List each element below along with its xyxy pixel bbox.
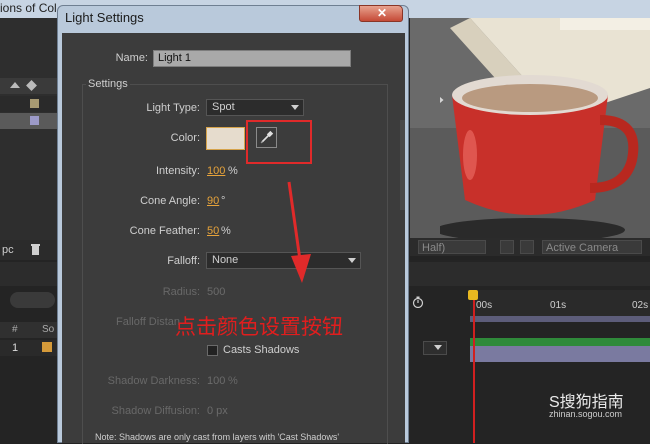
light-name-input[interactable]: Light 1	[153, 50, 351, 67]
radius-value: 500	[207, 286, 226, 298]
column-header-source: So	[42, 324, 55, 335]
ruler-label: 01s	[550, 300, 567, 311]
settings-group-label: Settings	[86, 78, 130, 90]
current-time-indicator-head[interactable]	[468, 290, 478, 300]
cone-feather-value[interactable]: 50	[207, 225, 219, 237]
annotation-highlight-box	[246, 120, 312, 164]
column-header-number: #	[12, 324, 18, 335]
cone-angle-value[interactable]: 90	[207, 195, 219, 207]
toggle-transparency-icon[interactable]	[500, 240, 514, 254]
ruler-label: 02s	[632, 300, 649, 311]
camera-dropdown[interactable]: Active Camera	[542, 240, 642, 254]
project-panel-header	[0, 78, 60, 94]
light-type-label: Light Type:	[146, 102, 200, 114]
timeline-search-input[interactable]	[10, 292, 55, 308]
shadow-diffusion-value: 0 px	[207, 405, 228, 417]
cast-shadows-checkbox[interactable]	[207, 345, 218, 356]
sogou-watermark-url: zhinan.sogou.com	[549, 409, 623, 419]
layer-duration-bar[interactable]	[470, 346, 650, 362]
shadow-note: Note: Shadows are only cast from layers …	[95, 432, 340, 442]
radius-label: Radius:	[162, 286, 200, 298]
dialog-edge	[400, 120, 405, 210]
layer-duration-bar[interactable]	[470, 338, 650, 346]
cone-feather-unit: %	[221, 225, 231, 237]
intensity-value[interactable]: 100	[207, 165, 225, 177]
intensity-unit: %	[228, 165, 238, 177]
stopwatch-icon[interactable]	[412, 296, 424, 308]
shadow-darkness-unit: %	[228, 375, 238, 387]
cone-angle-label: Cone Angle:	[140, 195, 200, 207]
shadow-diffusion-label: Shadow Diffusion:	[111, 405, 200, 417]
falloff-value: None	[212, 254, 239, 266]
close-icon: ✕	[376, 6, 388, 20]
region-of-interest-icon[interactable]	[520, 240, 534, 254]
cone-feather-label: Cone Feather:	[129, 225, 200, 237]
label-tag-icon[interactable]	[26, 80, 37, 91]
chevron-down-icon	[291, 105, 299, 110]
project-item-row[interactable]	[0, 96, 60, 112]
shadow-darkness-value: 100	[207, 375, 226, 387]
intensity-label: Intensity:	[155, 165, 200, 177]
shadow-darkness-label: Shadow Darkness:	[107, 375, 200, 387]
layer-source-icon	[42, 342, 52, 352]
color-label: Color:	[170, 132, 200, 144]
layer-mode-dropdown[interactable]	[423, 341, 447, 355]
falloff-label: Falloff:	[167, 255, 200, 267]
light-type-value: Spot	[212, 101, 235, 113]
app-title-fragment: ions of Col	[0, 1, 57, 15]
project-panel	[0, 18, 60, 258]
close-button[interactable]: ✕	[359, 5, 403, 22]
cast-shadows-label[interactable]: Casts Shadows	[223, 344, 299, 356]
trash-icon[interactable]	[30, 243, 41, 255]
chevron-down-icon	[348, 258, 356, 263]
falloff-distance-label: Falloff Distan	[116, 316, 180, 328]
work-area-bar[interactable]	[470, 316, 650, 322]
light-type-dropdown[interactable]: Spot	[206, 99, 304, 116]
cone-angle-unit: °	[221, 195, 226, 207]
annotation-text: 点击颜色设置按钮	[175, 316, 343, 339]
chevron-down-icon	[434, 345, 442, 350]
name-label: Name:	[115, 52, 148, 64]
label-color-swatch	[30, 116, 39, 125]
ruler-label: 00s	[476, 300, 493, 311]
sort-up-icon[interactable]	[10, 82, 20, 88]
coffee-cup-image	[440, 75, 639, 240]
current-time-indicator[interactable]	[473, 290, 475, 443]
project-item-row[interactable]	[0, 113, 60, 129]
falloff-dropdown[interactable]: None	[206, 252, 361, 269]
annotation-arrow	[287, 181, 311, 283]
bit-depth-label[interactable]: pc	[2, 244, 14, 256]
layer-number: 1	[12, 342, 19, 354]
label-color-swatch	[30, 99, 39, 108]
color-swatch[interactable]	[206, 127, 245, 150]
dialog-title: Light Settings	[65, 10, 144, 25]
resolution-dropdown[interactable]: Half)	[418, 240, 486, 254]
